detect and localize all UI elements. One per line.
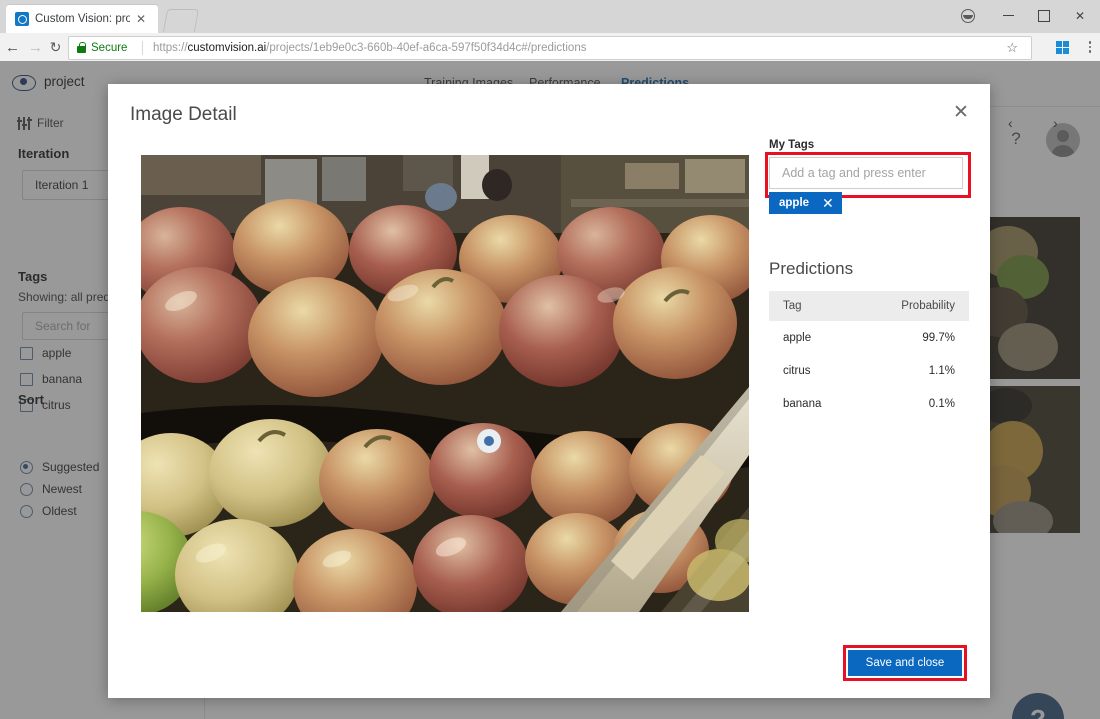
detail-image [141, 155, 749, 612]
prediction-probability: 0.1% [889, 398, 969, 410]
browser-tab[interactable]: Custom Vision: project - ✕ [6, 5, 158, 33]
back-button[interactable]: ← [4, 39, 21, 56]
image-detail-dialog: Image Detail ✕ [108, 84, 990, 698]
apples-photo [141, 155, 749, 612]
new-tab-button[interactable] [163, 9, 199, 32]
my-tags-label: My Tags [769, 139, 969, 151]
prediction-tag: apple [769, 332, 889, 344]
applied-tag-chip[interactable]: apple ✕ [769, 192, 842, 214]
table-row: apple 99.7% [769, 321, 969, 354]
remove-tag-icon[interactable]: ✕ [822, 196, 834, 210]
tab-strip: Custom Vision: project - ✕ [0, 0, 1000, 33]
maximize-window-button[interactable] [1026, 0, 1062, 31]
applied-tag-label: apple [779, 197, 809, 209]
person-icon [961, 9, 975, 23]
omnibox-divider [142, 41, 143, 55]
custom-vision-favicon-icon [15, 12, 29, 26]
prediction-tag: banana [769, 398, 889, 410]
close-window-button[interactable]: ✕ [1062, 0, 1098, 31]
browser-menu-icon[interactable] [1083, 38, 1097, 56]
predictions-heading: Predictions [769, 259, 853, 279]
extension-icon[interactable] [1056, 41, 1069, 54]
lock-icon [77, 42, 86, 53]
table-row: banana 0.1% [769, 387, 969, 420]
predictions-table: Tag Probability apple 99.7% citrus 1.1% … [769, 291, 969, 420]
forward-button[interactable]: → [27, 39, 44, 56]
url-path: /projects/1eb9e0c3-660b-40ef-a6ca-597f50… [266, 42, 586, 54]
prediction-probability: 99.7% [889, 332, 969, 344]
browser-title-bar: Custom Vision: project - ✕ ✕ [0, 0, 1100, 33]
window-controls: ✕ [950, 0, 1100, 31]
tag-input-group: Add a tag and press enter [769, 157, 965, 191]
prediction-tag: citrus [769, 365, 889, 377]
column-header-tag: Tag [769, 300, 889, 312]
bookmark-star-icon[interactable]: ☆ [1006, 41, 1018, 55]
secure-label: Secure [91, 40, 127, 56]
save-button-highlight-box [843, 645, 967, 681]
reload-button[interactable]: ↻ [47, 39, 64, 56]
browser-toolbar: ← → ↻ Secure https://customvision.ai/pro… [0, 33, 1100, 62]
table-row: citrus 1.1% [769, 354, 969, 387]
url-text: https://customvision.ai/projects/1eb9e0c… [153, 40, 586, 56]
url-domain: customvision.ai [188, 42, 267, 54]
tags-predictions-panel: My Tags Add a tag and press enter apple … [769, 139, 969, 191]
minimize-window-button[interactable] [990, 0, 1026, 31]
column-header-probability: Probability [889, 300, 969, 312]
screen-root: Custom Vision: project - ✕ ✕ ← → ↻ [0, 0, 1100, 719]
browser-profile-button[interactable] [950, 0, 986, 31]
close-tab-icon[interactable]: ✕ [134, 12, 148, 26]
save-button-group: Save and close [843, 645, 967, 681]
predictions-table-header: Tag Probability [769, 291, 969, 321]
url-prefix: https:// [153, 42, 188, 54]
address-bar[interactable]: Secure https://customvision.ai/projects/… [68, 36, 1032, 60]
prediction-probability: 1.1% [889, 365, 969, 377]
tab-title: Custom Vision: project - [35, 12, 130, 27]
minimize-icon [1003, 15, 1014, 16]
close-dialog-icon[interactable]: ✕ [948, 100, 974, 126]
dialog-title: Image Detail [130, 102, 237, 128]
maximize-icon [1038, 10, 1050, 22]
